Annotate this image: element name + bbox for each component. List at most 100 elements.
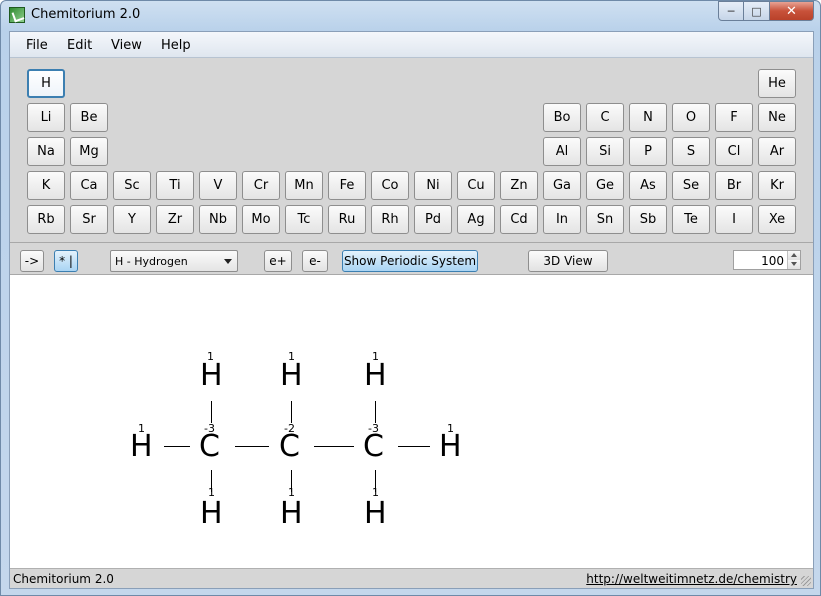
element-Fe[interactable]: Fe <box>328 171 366 200</box>
element-Cd[interactable]: Cd <box>500 205 538 234</box>
element-Sr[interactable]: Sr <box>70 205 108 234</box>
element-Tc[interactable]: Tc <box>285 205 323 234</box>
spin-up-icon[interactable] <box>787 251 800 260</box>
element-S[interactable]: S <box>672 137 710 166</box>
element-select-value: H - Hydrogen <box>115 254 188 268</box>
element-Rb[interactable]: Rb <box>27 205 65 234</box>
mode-toggle-button[interactable]: * | <box>54 250 78 272</box>
element-Zr[interactable]: Zr <box>156 205 194 234</box>
close-icon: ✕ <box>786 3 797 19</box>
element-Se[interactable]: Se <box>672 171 710 200</box>
element-He[interactable]: He <box>758 69 796 98</box>
element-V[interactable]: V <box>199 171 237 200</box>
element-Ga[interactable]: Ga <box>543 171 581 200</box>
element-Zn[interactable]: Zn <box>500 171 538 200</box>
element-I[interactable]: I <box>715 205 753 234</box>
element-Ni[interactable]: Ni <box>414 171 452 200</box>
element-Sb[interactable]: Sb <box>629 205 667 234</box>
zoom-spinbox[interactable]: 100 <box>733 250 801 270</box>
atom-c2[interactable]: C <box>279 432 300 462</box>
molecule-canvas[interactable]: 1 H 1 H 1 H 1 H -3 C -2 C -3 C 1 H 1 H 1… <box>10 275 813 568</box>
atom-h-top-2[interactable]: H <box>280 361 303 391</box>
element-Ne[interactable]: Ne <box>758 103 796 132</box>
element-Li[interactable]: Li <box>27 103 65 132</box>
menu-edit[interactable]: Edit <box>67 38 92 53</box>
atom-h-bot-2[interactable]: H <box>280 499 303 529</box>
element-Cl[interactable]: Cl <box>715 137 753 166</box>
atom-h-right[interactable]: H <box>439 432 462 462</box>
status-app-name: Chemitorium 2.0 <box>13 572 114 586</box>
minimize-button[interactable]: ─ <box>718 1 744 21</box>
element-Cu[interactable]: Cu <box>457 171 495 200</box>
bond-c2-h-top <box>291 401 292 423</box>
element-Co[interactable]: Co <box>371 171 409 200</box>
element-Sc[interactable]: Sc <box>113 171 151 200</box>
menu-bar: File Edit View Help <box>10 32 813 58</box>
bond-c1-c2 <box>235 446 269 447</box>
element-Ca[interactable]: Ca <box>70 171 108 200</box>
close-button[interactable]: ✕ <box>770 1 814 21</box>
element-O[interactable]: O <box>672 103 710 132</box>
periodic-table: H He Li Be Bo C N O F Ne Na Mg Al Si P S… <box>10 58 813 242</box>
element-Be[interactable]: Be <box>70 103 108 132</box>
atom-h-bot-1[interactable]: H <box>200 499 223 529</box>
element-C[interactable]: C <box>586 103 624 132</box>
element-Si[interactable]: Si <box>586 137 624 166</box>
element-Nb[interactable]: Nb <box>199 205 237 234</box>
toolbar: -> * | H - Hydrogen e+ e- Show Periodic … <box>10 242 813 275</box>
element-Ag[interactable]: Ag <box>457 205 495 234</box>
element-Kr[interactable]: Kr <box>758 171 796 200</box>
title-bar[interactable]: Chemitorium 2.0 ─ □ ✕ <box>1 1 820 29</box>
element-Rh[interactable]: Rh <box>371 205 409 234</box>
element-Te[interactable]: Te <box>672 205 710 234</box>
element-Cr[interactable]: Cr <box>242 171 280 200</box>
remove-electron-button[interactable]: e- <box>302 250 328 272</box>
element-Al[interactable]: Al <box>543 137 581 166</box>
maximize-button[interactable]: □ <box>744 1 770 21</box>
element-P[interactable]: P <box>629 137 667 166</box>
status-bar: Chemitorium 2.0 http://weltweitimnetz.de… <box>10 568 813 588</box>
menu-file[interactable]: File <box>26 38 48 53</box>
element-Mn[interactable]: Mn <box>285 171 323 200</box>
element-Mg[interactable]: Mg <box>70 137 108 166</box>
element-Y[interactable]: Y <box>113 205 151 234</box>
bond-c3-h-right <box>398 446 430 447</box>
menu-help[interactable]: Help <box>161 38 191 53</box>
add-electron-button[interactable]: e+ <box>264 250 292 272</box>
element-Br[interactable]: Br <box>715 171 753 200</box>
atom-c3[interactable]: C <box>363 432 384 462</box>
show-periodic-system-button[interactable]: Show Periodic System <box>342 250 478 272</box>
atom-h-bot-3[interactable]: H <box>364 499 387 529</box>
atom-h-top-3[interactable]: H <box>364 361 387 391</box>
website-link[interactable]: http://weltweitimnetz.de/chemistry <box>586 572 797 586</box>
element-N[interactable]: N <box>629 103 667 132</box>
element-Ru[interactable]: Ru <box>328 205 366 234</box>
element-As[interactable]: As <box>629 171 667 200</box>
element-F[interactable]: F <box>715 103 753 132</box>
element-Na[interactable]: Na <box>27 137 65 166</box>
atom-c1[interactable]: C <box>199 432 220 462</box>
element-Mo[interactable]: Mo <box>242 205 280 234</box>
element-Sn[interactable]: Sn <box>586 205 624 234</box>
atom-h-left[interactable]: H <box>130 432 153 462</box>
element-In[interactable]: In <box>543 205 581 234</box>
3d-view-button[interactable]: 3D View <box>528 250 608 272</box>
element-Xe[interactable]: Xe <box>758 205 796 234</box>
element-Ar[interactable]: Ar <box>758 137 796 166</box>
element-Ge[interactable]: Ge <box>586 171 624 200</box>
arrow-tool-button[interactable]: -> <box>20 250 44 272</box>
bond-c1-h-top <box>211 401 212 423</box>
element-Ti[interactable]: Ti <box>156 171 194 200</box>
app-icon <box>9 7 25 23</box>
atom-h-top-1[interactable]: H <box>200 361 223 391</box>
bond-h-left-c1 <box>164 446 190 447</box>
resize-grip-icon[interactable] <box>801 576 811 586</box>
element-Pd[interactable]: Pd <box>414 205 452 234</box>
element-select[interactable]: H - Hydrogen <box>110 250 238 272</box>
zoom-value: 100 <box>761 254 784 268</box>
element-K[interactable]: K <box>27 171 65 200</box>
element-Bo[interactable]: Bo <box>543 103 581 132</box>
menu-view[interactable]: View <box>111 38 142 53</box>
spin-down-icon[interactable] <box>787 260 800 269</box>
element-H[interactable]: H <box>27 69 65 98</box>
